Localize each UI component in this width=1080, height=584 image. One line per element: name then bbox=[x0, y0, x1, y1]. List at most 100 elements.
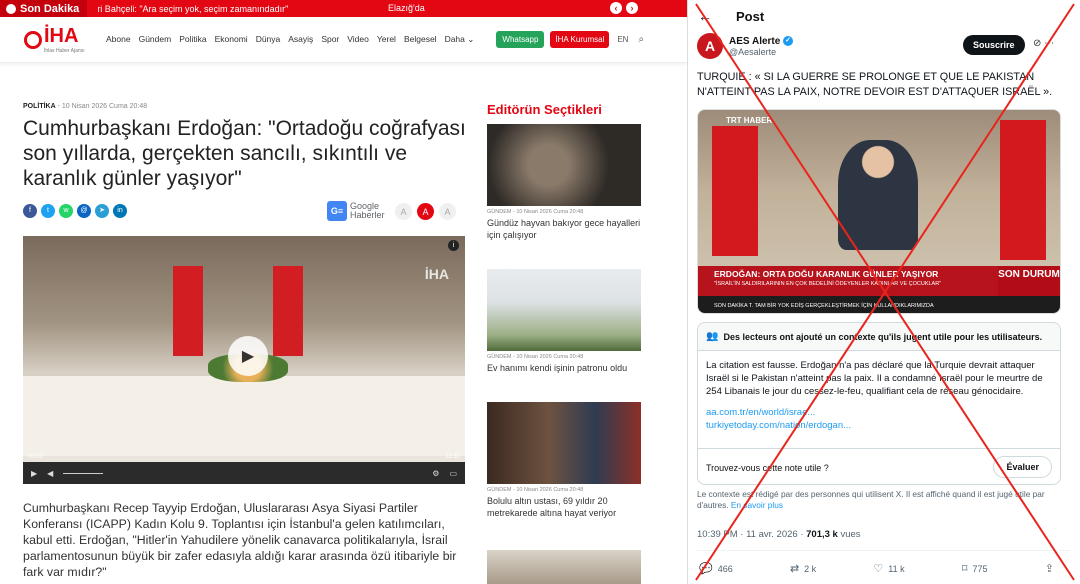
post-actions: 💬 466 ⇄ 2 k ♡ 11 k ⌑ 775 ⇪ bbox=[699, 562, 1059, 575]
subscribe-button[interactable]: Souscrire bbox=[963, 35, 1025, 55]
video-player[interactable]: ▶ İHA i 00:00 11:32 ▶ ◀ ⚙ ▭ bbox=[23, 236, 465, 484]
community-note-header: 👥 Des lecteurs ont ajouté un contexte qu… bbox=[698, 323, 1060, 351]
volume-slider[interactable] bbox=[63, 472, 104, 474]
news-ticker-bar: SON DAKİKA T. TAM BİR YOK EDİŞ GERÇEKLEŞ… bbox=[698, 296, 1060, 313]
like-button[interactable]: ♡ 11 k bbox=[873, 562, 904, 575]
tweet-text: TURQUIE : « SI LA GUERRE SE PROLONGE ET … bbox=[697, 71, 1053, 98]
author-name[interactable]: AES Alerte bbox=[729, 36, 780, 47]
nav-item-abone[interactable]: Abone bbox=[106, 34, 131, 45]
search-icon[interactable]: ⌕ bbox=[638, 34, 644, 45]
google-news-button[interactable]: G≡ Google Haberler bbox=[327, 201, 385, 221]
nav-item-spor[interactable]: Spor bbox=[321, 34, 339, 45]
nav-item-ekonomi[interactable]: Ekonomi bbox=[215, 34, 248, 45]
nav-item-video[interactable]: Video bbox=[347, 34, 369, 45]
play-small-icon[interactable]: ▶ bbox=[31, 469, 37, 478]
nav-item-yerel[interactable]: Yerel bbox=[377, 34, 396, 45]
note-footer: Le contexte est rédigé par des personnes… bbox=[697, 489, 1045, 510]
share-icon: ⇪ bbox=[1044, 563, 1054, 575]
volume-icon[interactable]: ◀ bbox=[47, 469, 53, 478]
info-icon[interactable]: i bbox=[448, 240, 459, 251]
rate-question: Trouvez-vous cette note utile ? bbox=[706, 462, 829, 473]
reply-button[interactable]: 💬 466 bbox=[699, 562, 733, 575]
video-controls: ▶ ◀ ⚙ ▭ bbox=[23, 462, 465, 484]
fullscreen-icon[interactable]: ▭ bbox=[449, 469, 457, 478]
whatsapp-icon[interactable]: w bbox=[59, 204, 73, 218]
turkish-flag bbox=[273, 266, 303, 356]
editor-card[interactable]: GÜNDEM - 10 Nisan 2026 Cuma 20:48 Bolulu… bbox=[487, 402, 641, 519]
conference-table bbox=[23, 376, 465, 456]
avatar[interactable]: A bbox=[697, 33, 723, 59]
people-icon: 👥 bbox=[706, 331, 719, 342]
settings-icon[interactable]: ⚙ bbox=[432, 469, 439, 478]
ticker-prev-icon[interactable]: ‹ bbox=[610, 2, 622, 14]
repost-button[interactable]: ⇄ 2 k bbox=[790, 562, 816, 575]
ticker-next-icon[interactable]: › bbox=[626, 2, 638, 14]
nav-item-asayis[interactable]: Asayiş bbox=[288, 34, 313, 45]
turkish-flag bbox=[1000, 120, 1046, 260]
card-image bbox=[487, 124, 641, 206]
ticker-headline[interactable]: ri Bahçeli: "Ara seçim yok, seçim zamanı… bbox=[97, 4, 288, 14]
note-source-link[interactable]: turkiyetoday.com/nation/erdogan... bbox=[706, 419, 1052, 432]
font-decrease-button[interactable]: A bbox=[395, 203, 412, 220]
author-handle[interactable]: @Aesalerte bbox=[729, 47, 793, 57]
editors-picks-heading: Editörün Seçtikleri bbox=[487, 102, 602, 117]
card-image bbox=[487, 550, 641, 584]
main-navigation: İHA İhlas Haber Ajansı Abone Gündem Poli… bbox=[0, 17, 687, 63]
play-icon[interactable]: ▶ bbox=[228, 336, 268, 376]
video-time-start: 00:00 bbox=[28, 454, 44, 460]
email-icon[interactable]: @ bbox=[77, 204, 91, 218]
x-post-panel: ← Post A AES Alerte ✓ @Aesalerte Souscri… bbox=[688, 0, 1080, 584]
editor-card[interactable]: GÜNDEM - 10 Nisan 2026 Cuma 20:48 Gündüz… bbox=[487, 124, 641, 241]
whatsapp-button[interactable]: Whatsapp bbox=[496, 31, 545, 48]
nav-item-daha[interactable]: Daha ⌄ bbox=[445, 34, 475, 45]
ticker-city[interactable]: Elazığ'da bbox=[388, 3, 425, 13]
nav-item-gundem[interactable]: Gündem bbox=[139, 34, 172, 45]
iha-logo[interactable]: İHA İhlas Haber Ajansı bbox=[24, 25, 96, 54]
rate-button[interactable]: Évaluer bbox=[993, 456, 1052, 478]
card-meta: GÜNDEM - 10 Nisan 2026 Cuma 20:48 bbox=[487, 209, 584, 215]
back-arrow-icon[interactable]: ← bbox=[698, 8, 712, 24]
post-title: Post bbox=[736, 8, 765, 24]
turkish-flag bbox=[173, 266, 203, 356]
kurumsal-button[interactable]: İHA Kurumsal bbox=[550, 31, 610, 48]
editor-card[interactable]: GÜNDEM - 10 Nisan 2026 Cuma 20:48 Ev han… bbox=[487, 269, 641, 374]
font-default-button[interactable]: A bbox=[417, 203, 434, 220]
nav-item-belgesel[interactable]: Belgesel bbox=[404, 34, 437, 45]
note-source-link[interactable]: aa.com.tr/en/world/israe... bbox=[706, 406, 1052, 419]
logo-ring-icon bbox=[24, 30, 42, 49]
nav-item-dunya[interactable]: Dünya bbox=[256, 34, 281, 45]
post-header: ← Post bbox=[688, 0, 1080, 32]
views-count: 701,3 k bbox=[806, 529, 838, 540]
post-author[interactable]: A AES Alerte ✓ @Aesalerte bbox=[697, 33, 794, 59]
grok-icon[interactable]: ⊘ ⋯ bbox=[1033, 38, 1054, 49]
telegram-icon[interactable]: ➤ bbox=[95, 204, 109, 218]
facebook-icon[interactable]: f bbox=[23, 204, 37, 218]
language-switch[interactable]: EN bbox=[617, 35, 628, 44]
nav-item-politika[interactable]: Politika bbox=[179, 34, 206, 45]
article-body: Cumhurbaşkanı Recep Tayyip Erdoğan, Ulus… bbox=[23, 501, 457, 579]
editor-card[interactable] bbox=[487, 550, 641, 584]
share-button[interactable]: ⇪ bbox=[1045, 562, 1059, 575]
font-size-controls: A A A bbox=[395, 203, 456, 220]
verified-icon: ✓ bbox=[783, 35, 794, 46]
article-category[interactable]: POLİTİKA bbox=[23, 103, 56, 110]
son-dakika-badge[interactable]: Son Dakika bbox=[0, 0, 88, 17]
channel-logo: TRT HABER bbox=[726, 116, 773, 125]
tweet-image[interactable]: TRT HABER ERDOĞAN: ORTA DOĞU KARANLIK GÜ… bbox=[697, 109, 1061, 314]
card-meta: GÜNDEM - 10 Nisan 2026 Cuma 20:48 bbox=[487, 354, 584, 360]
learn-more-link[interactable]: En savoir plus bbox=[731, 500, 783, 510]
bookmark-icon: ⌑ bbox=[961, 563, 968, 575]
card-title: Gündüz hayvan bakıyor gece hayalleri içi… bbox=[487, 218, 641, 240]
community-note: 👥 Des lecteurs ont ajouté un contexte qu… bbox=[697, 322, 1061, 485]
article-date: 10 Nisan 2026 Cuma 20:48 bbox=[61, 103, 148, 110]
bookmark-button[interactable]: ⌑ 775 bbox=[962, 562, 988, 575]
card-title: Ev hanımı kendi işinin patronu oldu bbox=[487, 363, 628, 373]
linkedin-icon[interactable]: in bbox=[113, 204, 127, 218]
font-increase-button[interactable]: A bbox=[439, 203, 456, 220]
article-meta: POLİTİKA - 10 Nisan 2026 Cuma 20:48 bbox=[23, 103, 148, 110]
video-time-end: 11:32 bbox=[445, 454, 460, 460]
community-note-body: La citation est fausse. Erdoğan n'a pas … bbox=[706, 360, 1043, 397]
twitter-icon[interactable]: t bbox=[41, 204, 55, 218]
nav-menu: Abone Gündem Politika Ekonomi Dünya Asay… bbox=[106, 34, 474, 45]
article-headline: Cumhurbaşkanı Erdoğan: "Ortadoğu coğrafy… bbox=[23, 117, 466, 190]
